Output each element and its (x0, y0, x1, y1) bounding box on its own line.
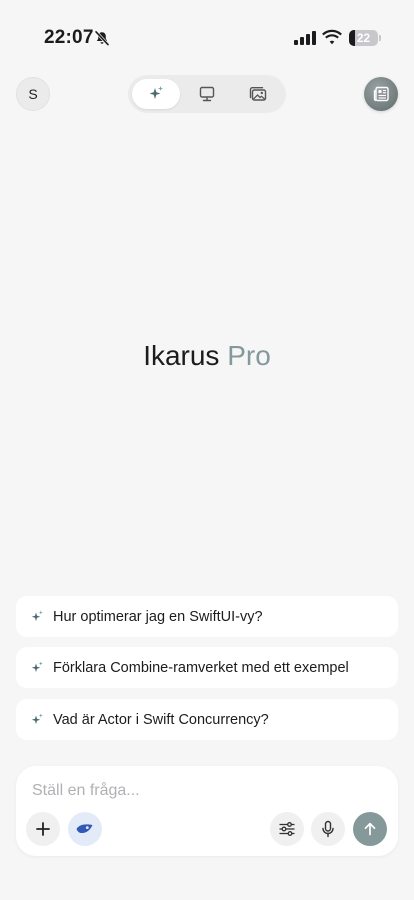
status-bar: 22:07 22 (0, 0, 414, 60)
suggestion-text: Vad är Actor i Swift Concurrency? (53, 711, 269, 728)
mode-chat-button[interactable] (132, 79, 180, 109)
cellular-signal-icon (294, 31, 316, 45)
voice-input-button[interactable] (311, 812, 345, 846)
battery-percentage: 22 (356, 31, 371, 45)
wifi-icon (322, 29, 342, 45)
plus-icon (36, 822, 50, 836)
suggestion-item[interactable]: Förklara Combine-ramverket med ett exemp… (16, 647, 398, 688)
bell-muted-icon (94, 30, 110, 46)
sparkle-icon (31, 661, 43, 672)
sparkle-icon (31, 610, 43, 621)
model-select-button[interactable] (68, 812, 102, 846)
app-title-main: Ikarus (143, 340, 220, 371)
composer (16, 766, 398, 856)
send-button[interactable] (353, 812, 387, 846)
settings-sliders-button[interactable] (270, 812, 304, 846)
monitor-icon (199, 86, 215, 102)
suggestion-text: Hur optimerar jag en SwiftUI-vy? (53, 608, 263, 625)
sliders-icon (279, 822, 295, 836)
model-icon (76, 824, 93, 834)
status-time: 22:07 (44, 27, 94, 48)
mode-images-button[interactable] (234, 79, 282, 109)
add-attachment-button[interactable] (26, 812, 60, 846)
photos-icon (249, 87, 267, 101)
suggestion-text: Förklara Combine-ramverket med ett exemp… (53, 659, 349, 676)
app-title-accent: Pro (227, 340, 271, 371)
sparkle-icon (149, 86, 163, 99)
mode-desktop-button[interactable] (183, 79, 231, 109)
avatar-initial: S (28, 86, 38, 102)
prompt-input[interactable] (32, 780, 372, 802)
newspaper-icon (373, 86, 389, 102)
send-arrow-icon (364, 822, 376, 836)
suggestion-item[interactable]: Vad är Actor i Swift Concurrency? (16, 699, 398, 740)
avatar[interactable]: S (16, 77, 50, 111)
sparkle-icon (31, 713, 43, 724)
newspaper-button[interactable] (364, 77, 398, 111)
microphone-icon (322, 820, 334, 838)
suggestion-item[interactable]: Hur optimerar jag en SwiftUI-vy? (16, 596, 398, 637)
mode-switcher (128, 75, 286, 113)
app-title: Ikarus Pro (0, 340, 414, 372)
battery-indicator: 22 (349, 30, 381, 46)
